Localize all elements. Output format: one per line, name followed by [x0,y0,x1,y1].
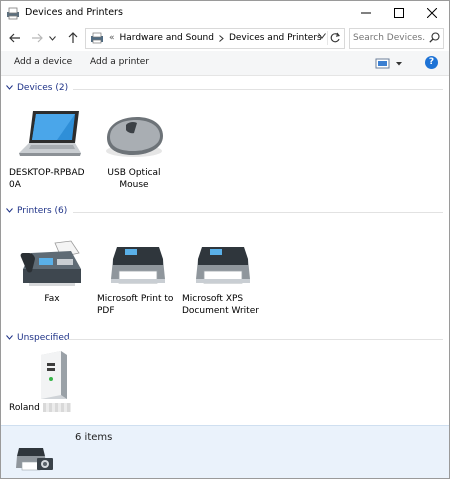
minimize-button[interactable] [349,1,382,25]
view-options-icon [375,58,402,69]
window-title: Devices and Printers [25,7,123,18]
details-pane: 6 items [1,425,449,478]
minimize-icon [360,12,371,14]
device-name: Roland [9,403,40,413]
recent-locations-button[interactable] [47,30,57,46]
group-label-printers: Printers (6) [17,206,68,216]
group-divider [73,89,443,90]
devices-and-printers-window: Devices and Printers « Hardware and Soun… [0,0,450,479]
address-bar[interactable]: « Hardware and Sound Devices and Printer… [85,28,345,49]
printer-name: Microsoft Print to PDF [97,294,174,316]
group-divider [73,212,443,213]
fax-icon [20,240,81,286]
server-tower-icon [41,351,67,399]
laptop-icon [19,111,81,156]
navigation-bar: « Hardware and Sound Devices and Printer… [1,27,449,49]
chevron-down-icon [48,35,56,41]
maximize-icon [393,8,404,18]
close-icon [426,8,437,18]
group-label-devices: Devices (2) [17,83,69,93]
chevron-down-icon [6,208,13,213]
printer-icon [196,247,250,284]
devices-and-printers-icon [16,448,53,471]
printer-name: Microsoft XPS Document Writer [182,294,259,316]
search-box[interactable] [349,28,444,49]
group-header-devices[interactable]: Devices (2) [1,82,449,96]
group-divider [67,339,443,340]
group-label-unspecified: Unspecified [17,333,70,343]
group-header-printers[interactable]: Printers (6) [1,205,449,219]
maximize-button[interactable] [382,1,415,25]
arrow-right-icon [32,33,43,43]
printer-app-icon [7,7,19,20]
breadcrumb-devices-and-printers[interactable]: Devices and Printers [229,33,322,43]
back-button[interactable] [7,30,23,46]
printer-icon [111,247,165,284]
device-name: USB Optical Mouse [107,168,161,190]
close-button[interactable] [415,1,448,25]
item-count: 6 items [75,432,113,443]
mouse-icon [106,117,163,157]
change-view-button[interactable] [375,57,403,72]
search-icon[interactable] [429,32,440,43]
refresh-icon [330,32,340,43]
breadcrumb: « Hardware and Sound Devices and Printer… [90,32,322,44]
arrow-up-icon [68,32,78,43]
device-name: DESKTOP-RPBAD 0A [9,168,85,190]
search-input[interactable] [353,31,425,44]
add-printer-button[interactable]: Add a printer [90,57,149,67]
add-device-button[interactable]: Add a device [14,57,72,67]
title-bar: Devices and Printers [1,1,449,25]
arrow-left-icon [9,33,20,43]
forward-button[interactable] [29,30,45,46]
printer-name: Fax [44,294,60,304]
breadcrumb-overflow[interactable]: « [109,33,115,43]
chevron-right-icon[interactable] [219,34,224,42]
control-panel-icon [91,32,103,44]
breadcrumb-hardware-and-sound[interactable]: Hardware and Sound [120,33,214,43]
chevron-down-icon [6,335,13,340]
help-button[interactable]: ? [425,56,438,69]
address-history-chevron-icon[interactable] [318,33,326,39]
command-bar: Add a device Add a printer ? [1,51,449,76]
redacted-text [42,403,71,412]
up-button[interactable] [65,30,81,46]
refresh-button[interactable] [327,31,342,45]
chevron-down-icon [6,85,13,90]
